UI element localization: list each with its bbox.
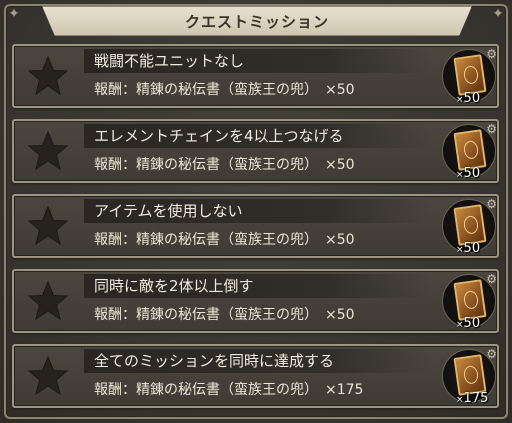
reward-name: 精錬の秘伝書（蛮族王の兜） [136, 382, 311, 398]
mission-row: 同時に敵を2体以上倒す 報酬：精錬の秘伝書（蛮族王の兜） ×50 ⚙ ×50 [12, 269, 499, 333]
reward-name: 精錬の秘伝書（蛮族王の兜） [136, 157, 311, 173]
mission-row: エレメントチェインを4以上つなげる 報酬：精錬の秘伝書（蛮族王の兜） ×50 ⚙… [12, 119, 499, 183]
reward-item[interactable]: ⚙ ×50 [440, 197, 498, 256]
reward-item[interactable]: ⚙ ×175 [440, 347, 498, 406]
star-icon [27, 355, 69, 396]
star-icon [27, 205, 69, 246]
book-icon [453, 204, 487, 246]
reward-qty: ×175 [325, 382, 364, 398]
quest-mission-panel: ✦ ✦ クエストミッション 戦闘不能ユニットなし 報酬：精錬の秘伝書（蛮族王の兜… [0, 0, 512, 423]
gear-icon: ⚙ [486, 272, 497, 286]
reward-name: 精錬の秘伝書（蛮族王の兜） [136, 307, 311, 323]
mission-row: アイテムを使用しない 報酬：精錬の秘伝書（蛮族王の兜） ×50 ⚙ ×50 [12, 194, 499, 258]
mission-title: アイテムを使用しない [94, 202, 243, 220]
reward-prefix: 報酬： [94, 82, 136, 98]
reward-prefix: 報酬： [94, 157, 136, 173]
panel-title: クエストミッション [184, 12, 329, 31]
gear-icon: ⚙ [486, 347, 497, 361]
item-qty: ×175 [456, 391, 489, 406]
gear-icon: ⚙ [486, 122, 497, 136]
mission-reward: 報酬：精錬の秘伝書（蛮族王の兜） ×50 [94, 155, 355, 175]
star-icon [27, 55, 69, 96]
mission-reward: 報酬：精錬の秘伝書（蛮族王の兜） ×50 [94, 230, 355, 250]
mission-title: 全てのミッションを同時に達成する [94, 352, 335, 370]
reward-item[interactable]: ⚙ ×50 [440, 47, 498, 106]
reward-prefix: 報酬： [94, 382, 136, 398]
item-qty: ×50 [456, 316, 481, 331]
mission-status [18, 50, 78, 102]
reward-prefix: 報酬： [94, 232, 136, 248]
reward-qty: ×50 [325, 232, 355, 248]
mission-status [18, 200, 78, 252]
book-icon [453, 354, 487, 396]
reward-item[interactable]: ⚙ ×50 [440, 122, 498, 181]
gear-icon: ⚙ [486, 197, 497, 211]
reward-qty: ×50 [325, 82, 355, 98]
mission-reward: 報酬：精錬の秘伝書（蛮族王の兜） ×50 [94, 305, 355, 325]
corner-ornament-icon: ✦ [492, 6, 504, 22]
gear-icon: ⚙ [486, 47, 497, 61]
mission-reward: 報酬：精錬の秘伝書（蛮族王の兜） ×50 [94, 80, 355, 100]
star-icon [27, 130, 69, 171]
mission-status [18, 350, 78, 402]
reward-name: 精錬の秘伝書（蛮族王の兜） [136, 232, 311, 248]
panel-header: クエストミッション [42, 6, 472, 36]
book-icon [453, 54, 487, 96]
reward-qty: ×50 [325, 307, 355, 323]
mission-row: 戦闘不能ユニットなし 報酬：精錬の秘伝書（蛮族王の兜） ×50 ⚙ ×50 [12, 44, 499, 108]
reward-item[interactable]: ⚙ ×50 [440, 272, 498, 331]
mission-reward: 報酬：精錬の秘伝書（蛮族王の兜） ×175 [94, 380, 363, 400]
mission-title: 同時に敵を2体以上倒す [94, 277, 254, 295]
book-icon [453, 129, 487, 171]
mission-title: 戦闘不能ユニットなし [94, 52, 245, 70]
book-icon [453, 279, 487, 321]
corner-ornament-icon: ✦ [8, 6, 20, 22]
reward-qty: ×50 [325, 157, 355, 173]
star-icon [27, 280, 69, 321]
mission-title: エレメントチェインを4以上つなげる [94, 127, 344, 145]
item-qty: ×50 [456, 166, 481, 181]
reward-name: 精錬の秘伝書（蛮族王の兜） [136, 82, 311, 98]
item-qty: ×50 [456, 241, 481, 256]
mission-row: 全てのミッションを同時に達成する 報酬：精錬の秘伝書（蛮族王の兜） ×175 ⚙… [12, 344, 499, 408]
item-qty: ×50 [456, 91, 481, 106]
mission-status [18, 275, 78, 327]
reward-prefix: 報酬： [94, 307, 136, 323]
mission-status [18, 125, 78, 177]
